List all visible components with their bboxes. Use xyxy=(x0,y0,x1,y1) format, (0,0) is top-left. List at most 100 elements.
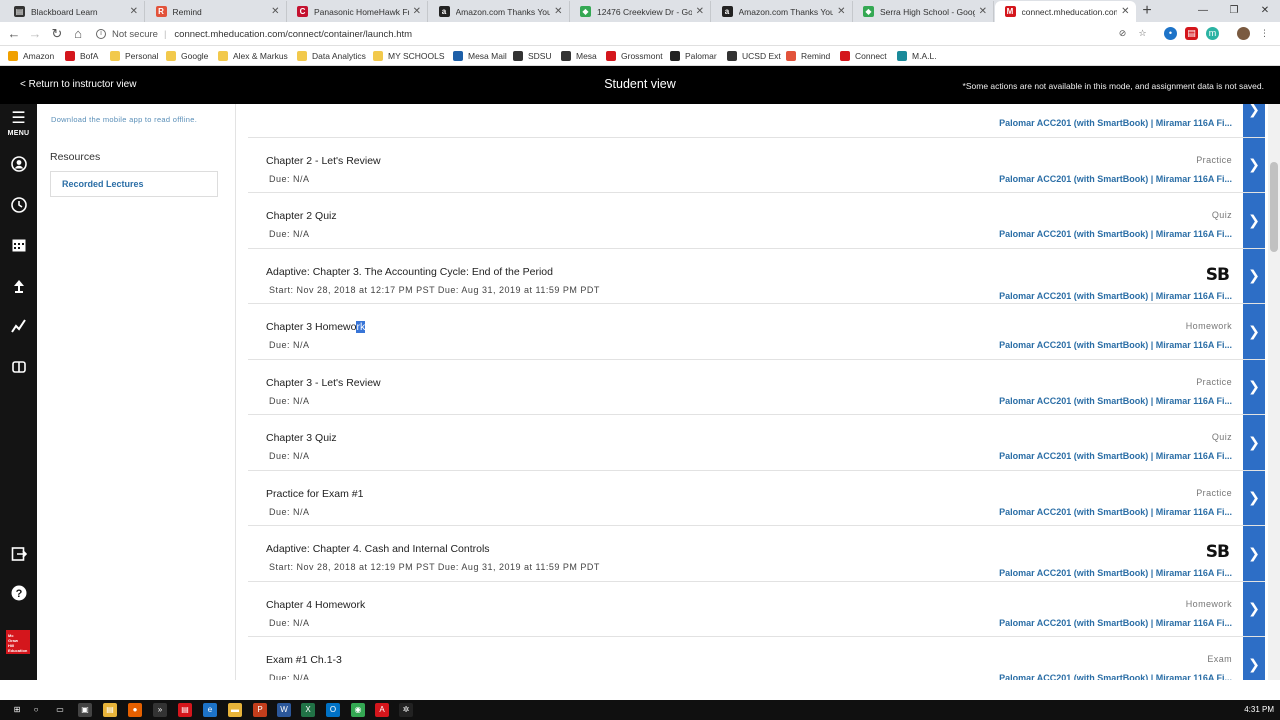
forward-arrow-icon[interactable]: → xyxy=(27,26,43,42)
windows-start-icon[interactable]: ⊞ xyxy=(10,703,24,717)
bookmark-item[interactable]: BofA xyxy=(65,49,98,63)
browser-tab[interactable]: C Panasonic HomeHawk Fron ✕ xyxy=(287,1,428,22)
open-assignment-chevron-icon[interactable]: ❯ xyxy=(1243,359,1265,414)
bookmark-item[interactable]: Remind xyxy=(786,49,830,63)
assignment-row[interactable]: Chapter 4 Homework Due: N/A Homework Paloma… xyxy=(248,581,1265,637)
recorded-lectures-button[interactable]: Recorded Lectures xyxy=(50,171,218,197)
bookmark-item[interactable]: Data Analytics xyxy=(297,49,366,63)
bookmark-item[interactable]: Personal xyxy=(110,49,159,63)
folder-icon[interactable]: ▬ xyxy=(228,703,242,717)
tab-close-icon[interactable]: ✕ xyxy=(979,6,987,17)
tab-close-icon[interactable]: ✕ xyxy=(1121,6,1129,17)
store-icon[interactable]: ▣ xyxy=(78,703,92,717)
bookmark-item[interactable]: M.A.L. xyxy=(897,49,937,63)
chrome-icon[interactable]: ◉ xyxy=(351,703,365,717)
bookmark-item[interactable]: MY SCHOOLS xyxy=(373,49,445,63)
assignment-title[interactable]: Chapter 3 - Let's Review xyxy=(266,377,381,389)
open-assignment-chevron-icon[interactable]: ❯ xyxy=(1243,637,1265,680)
bookmark-item[interactable]: Grossmont xyxy=(606,49,663,63)
extension-icon[interactable]: m xyxy=(1206,27,1219,40)
tab-close-icon[interactable]: ✕ xyxy=(696,6,704,17)
assignment-row[interactable]: Chapter 2 Quiz Due: N/A Quiz Palomar ACC201… xyxy=(248,193,1265,249)
home-icon[interactable]: ⌂ xyxy=(70,26,86,42)
open-assignment-chevron-icon[interactable]: ❯ xyxy=(1243,470,1265,525)
assignment-title[interactable]: Chapter 4 Homework xyxy=(266,599,365,611)
open-assignment-chevron-icon[interactable]: ❯ xyxy=(1243,193,1265,248)
tab-close-icon[interactable]: ✕ xyxy=(413,6,421,17)
profile-avatar-icon[interactable] xyxy=(1237,27,1250,40)
edge-icon[interactable]: e xyxy=(203,703,217,717)
new-tab-button[interactable]: + xyxy=(1138,2,1156,20)
extension-icon[interactable]: • xyxy=(1164,27,1177,40)
assignment-row[interactable]: Adaptive: Chapter 3. The Accounting Cycl… xyxy=(248,248,1265,304)
excel-icon[interactable]: X xyxy=(301,703,315,717)
minimize-button[interactable]: — xyxy=(1188,0,1218,22)
bookmark-item[interactable]: UCSD Ext xyxy=(727,49,781,63)
assignment-title[interactable]: Chapter 3 Homework xyxy=(266,321,366,333)
info-icon[interactable]: i xyxy=(96,29,106,39)
bookmark-item[interactable]: SDSU xyxy=(513,49,552,63)
more-menu-icon[interactable]: ⋮ xyxy=(1258,27,1271,40)
pdf-extension-icon[interactable]: ▤ xyxy=(1185,27,1198,40)
browser-tab[interactable]: ▤ Blackboard Learn ✕ xyxy=(4,1,145,22)
search-icon[interactable]: ○ xyxy=(29,703,43,717)
assignment-row[interactable]: Chapter 2 - Let's Review Due: N/A Practice… xyxy=(248,137,1265,193)
assignment-row[interactable]: Practice for Exam #1 Due: N/A Practice Palo… xyxy=(248,470,1265,526)
calendar-icon[interactable] xyxy=(0,237,37,258)
acrobat-icon[interactable]: A xyxy=(375,703,389,717)
open-assignment-chevron-icon[interactable]: ❯ xyxy=(1243,137,1265,192)
browser-tab[interactable]: a Amazon.com Thanks You ✕ xyxy=(712,1,853,22)
open-assignment-chevron-icon[interactable]: ❯ xyxy=(1243,581,1265,636)
word-icon[interactable]: W xyxy=(277,703,291,717)
bookmark-item[interactable]: Mesa Mail xyxy=(453,49,507,63)
close-window-button[interactable]: ✕ xyxy=(1250,0,1280,22)
assignment-title[interactable]: Adaptive: Chapter 3. The Accounting Cycl… xyxy=(266,266,553,278)
tab-close-icon[interactable]: ✕ xyxy=(130,6,138,17)
maximize-button[interactable]: ❐ xyxy=(1219,0,1249,22)
assignment-title[interactable]: Chapter 2 Quiz xyxy=(266,210,337,222)
menu-icon[interactable]: ☰ xyxy=(0,111,37,127)
tab-close-icon[interactable]: ✕ xyxy=(554,6,562,17)
assignment-title[interactable]: Exam #1 Ch.1-3 xyxy=(266,654,342,666)
assignment-title[interactable]: Adaptive: Chapter 4. Cash and Internal C… xyxy=(266,543,490,555)
firefox-icon[interactable]: ● xyxy=(128,703,142,717)
bookmark-item[interactable]: Connect xyxy=(840,49,887,63)
browser-tab[interactable]: ◆ 12476 Creekview Dr - Goog ✕ xyxy=(570,1,711,22)
scrollbar-thumb[interactable] xyxy=(1270,162,1278,252)
bookmark-item[interactable]: Palomar xyxy=(670,49,717,63)
lamp-icon[interactable] xyxy=(0,278,37,299)
browser-tab[interactable]: Mconnect.mheducation.com/✕ xyxy=(994,1,1136,22)
user-profile-icon[interactable] xyxy=(0,156,37,177)
exit-icon[interactable] xyxy=(0,546,37,567)
assignment-row[interactable]: Chapter 3 Homework Due: N/A Homework Paloma… xyxy=(248,304,1265,360)
outlook-icon[interactable]: O xyxy=(326,703,340,717)
url-field[interactable]: i Not secure | connect.mheducation.com/c… xyxy=(96,25,1136,43)
assignment-row[interactable]: Start: Nov 28, 2018 at 12:15 PM PST Due:… xyxy=(248,104,1265,138)
menu-label[interactable]: MENU xyxy=(0,130,37,137)
assignment-row[interactable]: Adaptive: Chapter 4. Cash and Internal C… xyxy=(248,526,1265,582)
file-explorer-icon[interactable]: ▤ xyxy=(103,703,117,717)
assignment-title[interactable]: Practice for Exam #1 xyxy=(266,488,363,500)
assignment-title[interactable]: Chapter 2 - Let's Review xyxy=(266,155,381,167)
bookmark-star-icon[interactable]: ☆ xyxy=(1136,27,1149,40)
assignment-row[interactable]: Exam #1 Ch.1-3 Due: N/A Exam Palomar ACC201… xyxy=(248,637,1265,680)
tab-close-icon[interactable]: ✕ xyxy=(837,6,845,17)
open-assignment-chevron-icon[interactable]: ❯ xyxy=(1243,248,1265,303)
browser-tab[interactable]: R Remind ✕ xyxy=(146,1,287,22)
back-arrow-icon[interactable]: ← xyxy=(6,26,22,42)
bookmark-item[interactable]: Amazon xyxy=(8,49,54,63)
mobile-app-link[interactable]: Download the mobile app to read offline. xyxy=(51,116,221,124)
browser-tab[interactable]: ◆ Serra High School - Google ✕ xyxy=(853,1,994,22)
bookmark-item[interactable]: Mesa xyxy=(561,49,597,63)
page-scrollbar[interactable] xyxy=(1268,104,1280,680)
ebook-icon[interactable] xyxy=(0,359,37,380)
task-view-icon[interactable]: ▭ xyxy=(53,703,67,717)
reload-icon[interactable]: ↻ xyxy=(49,26,65,42)
assignment-row[interactable]: Chapter 3 Quiz Due: N/A Quiz Palomar ACC201… xyxy=(248,415,1265,471)
performance-chart-icon[interactable] xyxy=(0,318,37,339)
help-icon[interactable]: ? xyxy=(0,585,37,606)
clock-icon[interactable] xyxy=(0,197,37,218)
open-assignment-chevron-icon[interactable]: ❯ xyxy=(1243,415,1265,470)
app-icon[interactable]: ✲ xyxy=(399,703,413,717)
open-assignment-chevron-icon[interactable]: ❯ xyxy=(1243,104,1265,137)
